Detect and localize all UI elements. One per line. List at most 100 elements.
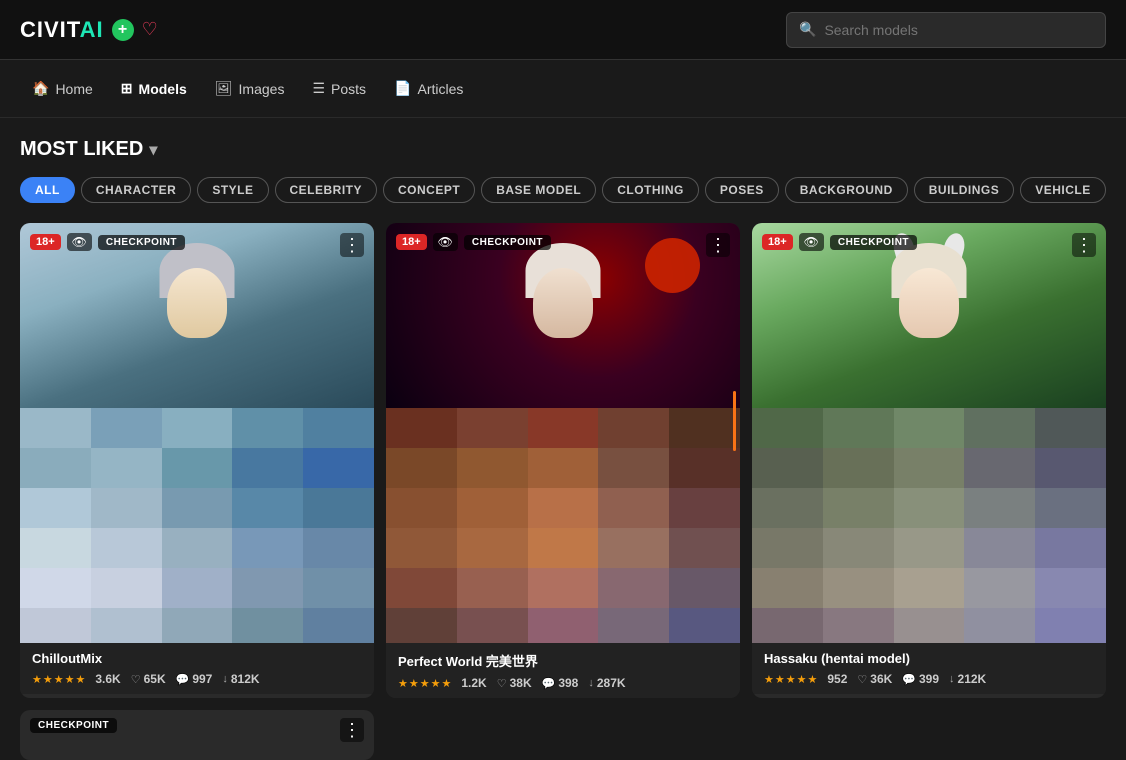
downloads-stat-1: ↓ 812K	[222, 672, 259, 686]
cat-character[interactable]: CHARACTER	[81, 177, 192, 203]
card-footer-1: ChilloutMix ★ ★ ★ ★ ★ 3.6K ♡ 65K	[20, 643, 374, 694]
card-hassaku[interactable]: 18+ 👁 CHECKPOINT ⋮ Hassaku (hentai model…	[752, 223, 1106, 698]
rating-count-2: 1.2K	[461, 676, 486, 690]
articles-icon: 📄	[394, 80, 411, 97]
rating-count-3: 952	[827, 672, 847, 686]
card-menu-3[interactable]: ⋮	[1072, 233, 1096, 257]
star-2: ★	[43, 673, 53, 686]
badge-checkpoint-4: CHECKPOINT	[30, 718, 117, 733]
cat-background[interactable]: BACKGROUND	[785, 177, 908, 203]
card-footer-3: Hassaku (hentai model) ★ ★ ★ ★ ★ 952 ♡ 3…	[752, 643, 1106, 694]
nav-images-label: Images	[239, 81, 285, 97]
badge-checkpoint-1: CHECKPOINT	[98, 235, 185, 250]
models-icon: ⊞	[121, 80, 133, 97]
star-3: ★	[54, 673, 64, 686]
card-image-1	[20, 223, 374, 643]
likes-stat-3: ♡ 36K	[857, 672, 892, 686]
card-menu-4[interactable]: ⋮	[340, 718, 364, 742]
sort-button[interactable]: MOST LIKED ▾	[20, 138, 157, 161]
downloads-val-1: 812K	[231, 672, 260, 686]
likes-val-1: 65K	[144, 672, 166, 686]
card-badges-3: 18+ 👁 CHECKPOINT	[762, 233, 917, 251]
nav: 🏠 Home ⊞ Models 🖼 Images ☰ Posts 📄 Artic…	[0, 60, 1126, 118]
card-image-3	[752, 223, 1106, 643]
cat-style[interactable]: STYLE	[197, 177, 268, 203]
card-chilloutmix[interactable]: 18+ 👁 CHECKPOINT ⋮ ChilloutMix ★ ★ ★ ★ ★…	[20, 223, 374, 698]
cat-vehicle[interactable]: VEHICLE	[1020, 177, 1106, 203]
cards-row-2: CHECKPOINT ⋮	[20, 710, 1106, 760]
card-menu-2[interactable]: ⋮	[706, 233, 730, 257]
header: CIVITAI + ♡ 🔍	[0, 0, 1126, 60]
card-perfectworld[interactable]: 18+ 👁 CHECKPOINT ⋮ Perfect World 完美世界 ★ …	[386, 223, 740, 698]
sort-label: MOST LIKED	[20, 138, 143, 161]
badge-18-2: 18+	[396, 234, 427, 250]
content: MOST LIKED ▾ ALL CHARACTER STYLE CELEBRI…	[0, 118, 1126, 760]
cat-celebrity[interactable]: CELEBRITY	[275, 177, 378, 203]
nav-models-label: Models	[139, 81, 187, 97]
card-footer-2: Perfect World 完美世界 ★ ★ ★ ★ ★ 1.2K ♡ 38K	[386, 643, 740, 698]
card-badges-2: 18+ 👁 CHECKPOINT	[396, 233, 551, 251]
card-stats-1: ★ ★ ★ ★ ★ 3.6K ♡ 65K 💬 997	[32, 672, 362, 686]
cat-all[interactable]: ALL	[20, 177, 75, 203]
nav-posts-label: Posts	[331, 81, 366, 97]
cat-buildings[interactable]: BUILDINGS	[914, 177, 1015, 203]
cat-clothing[interactable]: CLOTHING	[602, 177, 699, 203]
nav-images[interactable]: 🖼 Images	[203, 74, 297, 103]
comments-val-2: 398	[558, 676, 578, 690]
cat-concept[interactable]: CONCEPT	[383, 177, 475, 203]
card-partial-2	[386, 710, 740, 760]
downloads-val-2: 287K	[597, 676, 626, 690]
card-image-2	[386, 223, 740, 643]
cards-grid: 18+ 👁 CHECKPOINT ⋮ ChilloutMix ★ ★ ★ ★ ★…	[20, 223, 1106, 698]
likes-stat-1: ♡ 65K	[131, 672, 166, 686]
card-badges-1: 18+ 👁 CHECKPOINT	[30, 233, 185, 251]
badge-18-3: 18+	[762, 234, 793, 250]
heart-icon[interactable]: ♡	[142, 19, 158, 40]
downloads-stat-3: ↓ 212K	[949, 672, 986, 686]
comments-stat-2: 💬 398	[542, 676, 579, 690]
comment-icon-1: 💬	[176, 673, 190, 686]
stars-3: ★ ★ ★ ★ ★	[764, 673, 817, 686]
images-icon: 🖼	[215, 80, 233, 97]
card-title-2: Perfect World 完美世界	[398, 651, 728, 670]
badge-checkpoint-3: CHECKPOINT	[830, 235, 917, 250]
home-icon: 🏠	[32, 80, 49, 97]
download-icon-3: ↓	[949, 673, 955, 685]
cat-poses[interactable]: POSES	[705, 177, 779, 203]
nav-models[interactable]: ⊞ Models	[109, 74, 199, 103]
comment-icon-3: 💬	[902, 673, 916, 686]
rating-count-1: 3.6K	[95, 672, 120, 686]
comments-stat-3: 💬 399	[902, 672, 939, 686]
heart-stat-icon-1: ♡	[131, 673, 141, 686]
card-partial-3	[752, 710, 1106, 760]
comments-val-1: 997	[192, 672, 212, 686]
add-button[interactable]: +	[112, 19, 134, 41]
download-icon-2: ↓	[588, 677, 594, 689]
nav-posts[interactable]: ☰ Posts	[300, 74, 378, 103]
card-title-3: Hassaku (hentai model)	[764, 651, 1094, 666]
card-badges-4: CHECKPOINT	[30, 718, 117, 733]
scrollbar-2[interactable]	[733, 391, 736, 451]
downloads-val-3: 212K	[958, 672, 987, 686]
categories-bar: ALL CHARACTER STYLE CELEBRITY CONCEPT BA…	[20, 177, 1106, 203]
filter-header: MOST LIKED ▾	[20, 138, 1106, 161]
search-bar: 🔍	[786, 12, 1106, 48]
search-input[interactable]	[824, 22, 1093, 38]
nav-articles-label: Articles	[417, 81, 463, 97]
nav-articles[interactable]: 📄 Articles	[382, 74, 475, 103]
card-partial[interactable]: CHECKPOINT ⋮	[20, 710, 374, 760]
posts-icon: ☰	[312, 80, 325, 97]
card-menu-1[interactable]: ⋮	[340, 233, 364, 257]
badge-eye-3: 👁	[799, 233, 824, 251]
card-stats-2: ★ ★ ★ ★ ★ 1.2K ♡ 38K 💬 398	[398, 676, 728, 690]
downloads-stat-2: ↓ 287K	[588, 676, 625, 690]
star-1: ★	[32, 673, 42, 686]
search-icon: 🔍	[799, 21, 816, 38]
cat-base-model[interactable]: BASE MODEL	[481, 177, 596, 203]
nav-home[interactable]: 🏠 Home	[20, 74, 105, 103]
card-blur-3	[752, 408, 1106, 643]
likes-val-2: 38K	[510, 676, 532, 690]
star-5: ★	[76, 673, 86, 686]
stars-2: ★ ★ ★ ★ ★	[398, 677, 451, 690]
comments-stat-1: 💬 997	[176, 672, 213, 686]
